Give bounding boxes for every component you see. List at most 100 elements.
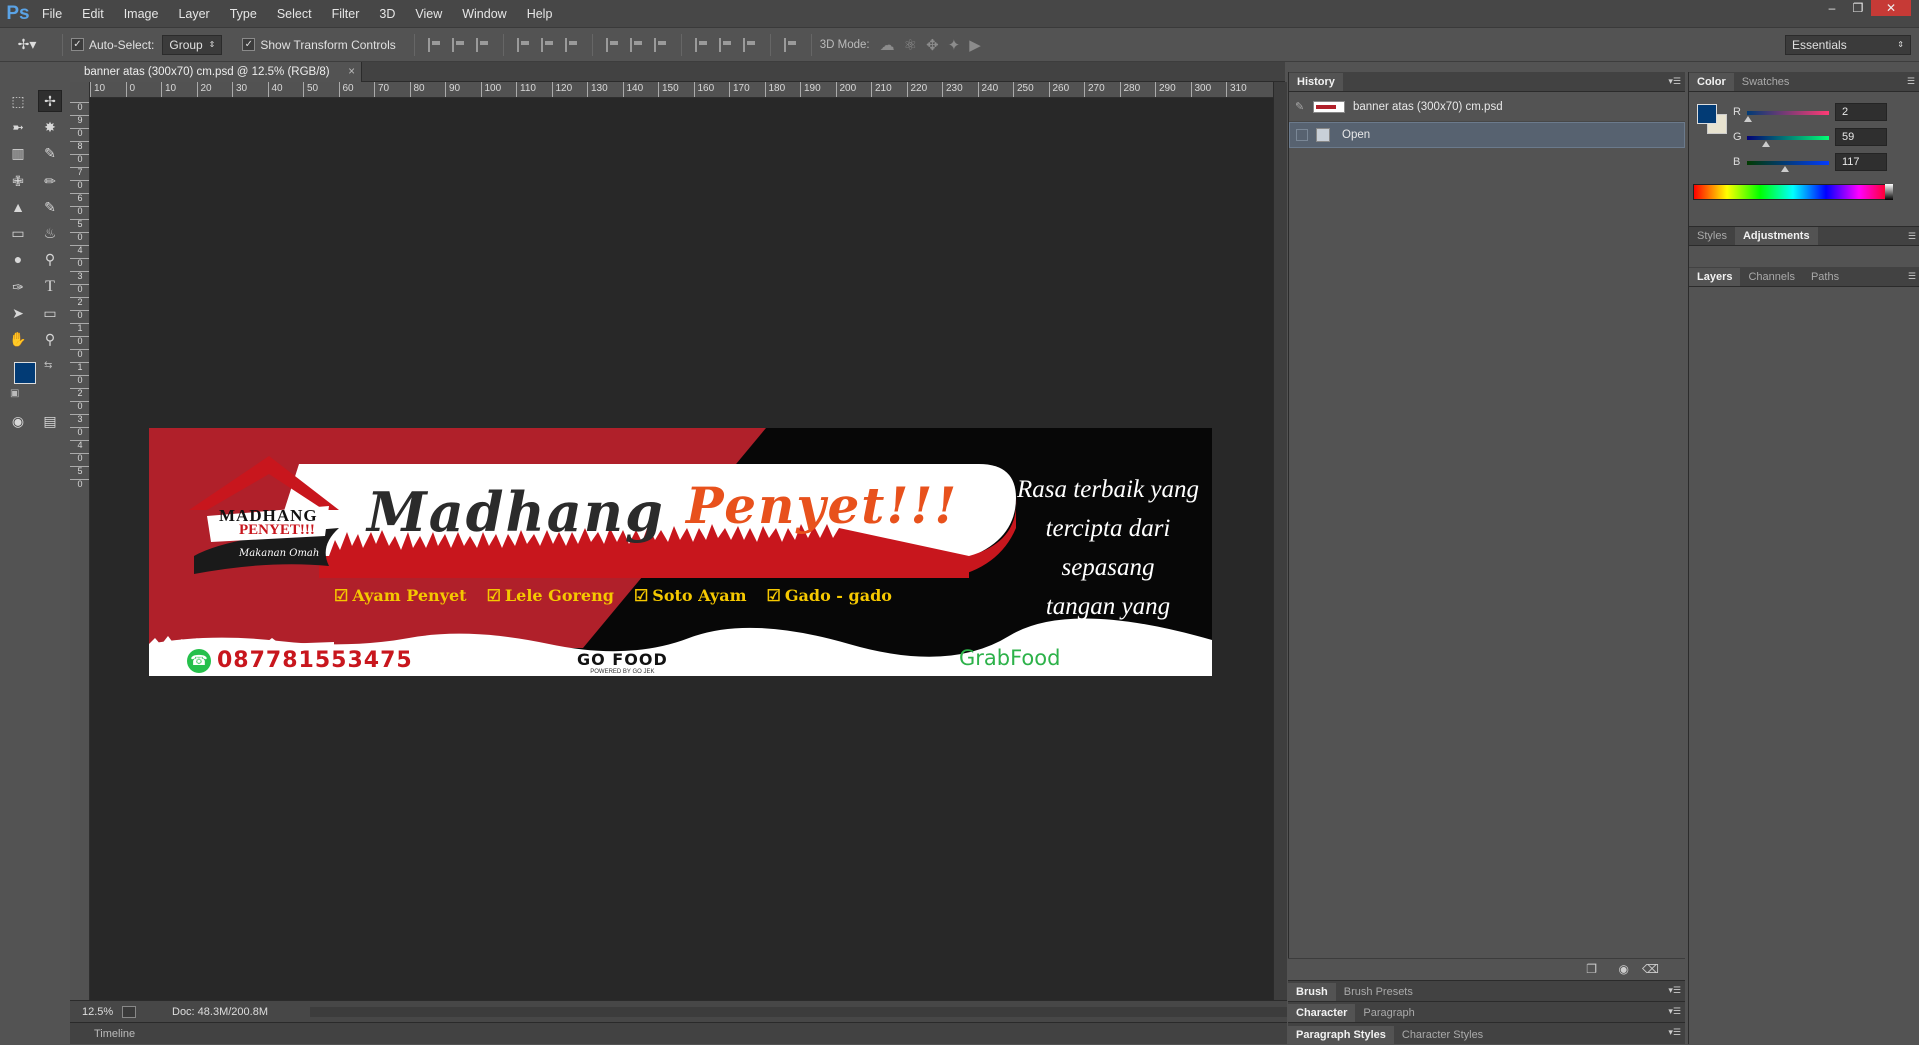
green-knob[interactable] bbox=[1761, 141, 1770, 147]
menu-image[interactable]: Image bbox=[114, 0, 169, 28]
zoom-tool-icon[interactable]: ⚲ bbox=[38, 328, 62, 350]
history-step[interactable]: Open bbox=[1289, 122, 1685, 148]
red-knob[interactable] bbox=[1743, 116, 1752, 122]
blue-value[interactable]: 117 bbox=[1835, 153, 1887, 171]
auto-select-dropdown[interactable]: Group ⇕ bbox=[162, 34, 223, 55]
tab-swatches[interactable]: Swatches bbox=[1734, 73, 1798, 91]
restore-icon[interactable]: ❐ bbox=[1845, 0, 1871, 16]
tab-history[interactable]: History bbox=[1289, 73, 1343, 91]
menu-3d[interactable]: 3D bbox=[369, 0, 405, 28]
lasso-tool-icon[interactable]: ➼ bbox=[6, 116, 30, 138]
tab-paragraph-styles[interactable]: Paragraph Styles bbox=[1288, 1026, 1394, 1044]
history-brush-source-icon[interactable] bbox=[1296, 129, 1308, 141]
align-top-icon[interactable] bbox=[427, 37, 442, 52]
type-tool-icon[interactable]: T bbox=[38, 276, 62, 298]
menu-type[interactable]: Type bbox=[220, 0, 267, 28]
workspace-dropdown[interactable]: Essentials ⇕ bbox=[1785, 34, 1911, 55]
menu-help[interactable]: Help bbox=[517, 0, 563, 28]
blue-knob[interactable] bbox=[1780, 166, 1789, 172]
panel-menu-icon[interactable]: ▾☰ bbox=[1668, 76, 1681, 87]
align-right-icon[interactable] bbox=[564, 37, 579, 52]
panel-menu-icon[interactable]: ▾☰ bbox=[1668, 1006, 1681, 1017]
clone-stamp-icon[interactable]: ▲ bbox=[6, 196, 30, 218]
show-transform-checkbox[interactable]: ✓ Show Transform Controls bbox=[242, 38, 396, 52]
healing-brush-icon[interactable]: ✙ bbox=[6, 170, 30, 192]
hand-tool-icon[interactable]: ✋ bbox=[6, 328, 30, 350]
vertical-ruler[interactable]: 0 9 0 8 0 7 0 6 0 5 0 4 0 3 0 2 0 1 0 0 1 0 2 0 3 0 4 0 5 0 bbox=[70, 82, 90, 1000]
red-value[interactable]: 2 bbox=[1835, 103, 1887, 121]
tab-paths[interactable]: Paths bbox=[1803, 268, 1847, 286]
pen-tool-icon[interactable]: ✑ bbox=[6, 276, 30, 298]
new-document-icon[interactable]: ❐ bbox=[1586, 962, 1597, 976]
tab-channels[interactable]: Channels bbox=[1740, 268, 1802, 286]
close-icon[interactable]: ✕ bbox=[1871, 0, 1911, 16]
green-track[interactable] bbox=[1747, 136, 1829, 140]
vertical-scrollbar[interactable] bbox=[1273, 82, 1287, 1000]
marquee-tool-icon[interactable]: ⬚ bbox=[6, 90, 30, 112]
path-selection-icon[interactable]: ➤ bbox=[6, 302, 30, 324]
history-brush-source-icon[interactable]: ✎ bbox=[1295, 100, 1309, 113]
horizontal-ruler[interactable]: 10 0 10 20 30 40 50 60 70 80 90 100 110 120 130 140 150 1… bbox=[90, 82, 1273, 98]
eraser-icon[interactable]: ▭ bbox=[6, 222, 30, 244]
red-slider[interactable]: R 2 bbox=[1689, 103, 1919, 128]
foreground-color-swatch[interactable] bbox=[14, 362, 36, 384]
snapshot-camera-icon[interactable]: ◉ bbox=[1619, 962, 1629, 976]
swap-colors-icon[interactable]: ⇆ bbox=[44, 360, 52, 371]
trash-icon[interactable]: ⌫ bbox=[1642, 962, 1659, 976]
menu-edit[interactable]: Edit bbox=[72, 0, 114, 28]
document-tab[interactable]: banner atas (300x70) cm.psd @ 12.5% (RGB… bbox=[70, 62, 362, 82]
screen-mode-icon[interactable]: ▤ bbox=[38, 410, 62, 432]
tab-styles[interactable]: Styles bbox=[1689, 227, 1735, 245]
align-vcenter-icon[interactable] bbox=[451, 37, 466, 52]
crop-tool-icon[interactable]: ▥ bbox=[6, 142, 30, 164]
share-icon[interactable] bbox=[122, 1005, 136, 1018]
tab-adjustments[interactable]: Adjustments bbox=[1734, 227, 1818, 245]
timeline-panel-tab[interactable]: Timeline bbox=[70, 1022, 1287, 1044]
move-tool-preset-icon[interactable]: ✢▾ bbox=[0, 36, 54, 53]
panel-menu-icon[interactable]: ☰ bbox=[1907, 76, 1915, 87]
default-colors-icon[interactable]: ▣ bbox=[10, 388, 19, 399]
dodge-tool-icon[interactable]: ⚲ bbox=[38, 248, 62, 270]
black-white-ramp[interactable] bbox=[1885, 184, 1893, 200]
horizontal-scrollbar[interactable] bbox=[310, 1007, 1287, 1017]
panel-menu-icon[interactable]: ☰ bbox=[1908, 231, 1916, 242]
history-snapshot[interactable]: ✎ banner atas (300x70) cm.psd bbox=[1289, 92, 1685, 122]
blur-tool-icon[interactable]: ● bbox=[6, 248, 30, 270]
auto-select-checkbox[interactable]: ✓ Auto-Select: bbox=[71, 38, 154, 52]
panel-menu-icon[interactable]: ▾☰ bbox=[1668, 985, 1681, 996]
align-hcenter-icon[interactable] bbox=[540, 37, 555, 52]
menu-layer[interactable]: Layer bbox=[168, 0, 219, 28]
tab-color[interactable]: Color bbox=[1689, 73, 1734, 91]
menu-file[interactable]: File bbox=[32, 0, 72, 28]
magic-wand-icon[interactable]: ✸ bbox=[38, 116, 62, 138]
eyedropper-icon[interactable]: ✎ bbox=[38, 142, 62, 164]
panel-menu-icon[interactable]: ☰ bbox=[1908, 271, 1916, 282]
distribute-vcenter-icon[interactable] bbox=[629, 37, 644, 52]
tab-brush-presets[interactable]: Brush Presets bbox=[1336, 983, 1421, 1001]
auto-align-icon[interactable] bbox=[783, 37, 798, 52]
green-value[interactable]: 59 bbox=[1835, 128, 1887, 146]
distribute-bottom-icon[interactable] bbox=[653, 37, 668, 52]
color-spectrum-ramp[interactable] bbox=[1693, 184, 1893, 200]
red-track[interactable] bbox=[1747, 111, 1829, 115]
blue-slider[interactable]: B 117 bbox=[1689, 153, 1919, 178]
align-left-icon[interactable] bbox=[516, 37, 531, 52]
menu-view[interactable]: View bbox=[405, 0, 452, 28]
panel-menu-icon[interactable]: ▾☰ bbox=[1668, 1027, 1681, 1038]
menu-window[interactable]: Window bbox=[452, 0, 516, 28]
rectangle-tool-icon[interactable]: ▭ bbox=[38, 302, 62, 324]
quick-mask-icon[interactable]: ◉ bbox=[6, 410, 30, 432]
minimize-icon[interactable]: – bbox=[1819, 0, 1845, 16]
align-bottom-icon[interactable] bbox=[475, 37, 490, 52]
tab-character[interactable]: Character bbox=[1288, 1004, 1356, 1022]
menu-select[interactable]: Select bbox=[267, 0, 322, 28]
blue-track[interactable] bbox=[1747, 161, 1829, 165]
distribute-top-icon[interactable] bbox=[605, 37, 620, 52]
move-tool-icon[interactable]: ✢ bbox=[38, 90, 62, 112]
distribute-right-icon[interactable] bbox=[742, 37, 757, 52]
tab-paragraph[interactable]: Paragraph bbox=[1355, 1004, 1422, 1022]
menu-filter[interactable]: Filter bbox=[322, 0, 370, 28]
paint-bucket-icon[interactable]: ♨ bbox=[38, 222, 62, 244]
tab-brush[interactable]: Brush bbox=[1288, 983, 1336, 1001]
history-brush-icon[interactable]: ✎ bbox=[38, 196, 62, 218]
